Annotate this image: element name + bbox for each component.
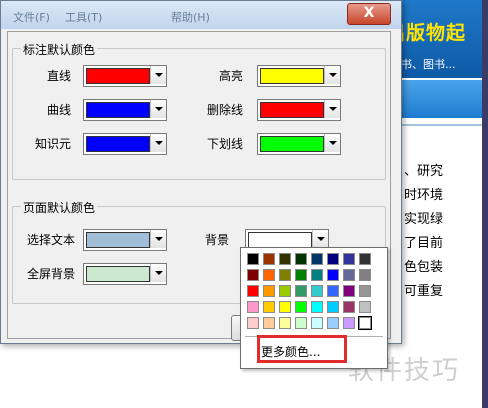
palette-color-cell[interactable] [247, 285, 259, 297]
annotation-group-title: 标注默认颜色 [21, 41, 98, 58]
palette-color-cell[interactable] [359, 301, 371, 313]
palette-color-cell[interactable] [263, 269, 275, 281]
chevron-down-icon[interactable] [150, 230, 166, 248]
palette-color-cell[interactable] [311, 317, 323, 329]
palette-color-cell[interactable] [263, 253, 275, 265]
background-text-line: 了目前 [404, 236, 444, 251]
palette-color-cell[interactable] [247, 301, 259, 313]
chevron-down-icon[interactable] [150, 134, 166, 152]
color-swatch [86, 266, 150, 282]
palette-color-cell[interactable] [327, 269, 339, 281]
label-selected-text: 选择文本 [26, 233, 75, 247]
palette-color-cell[interactable] [327, 317, 339, 329]
palette-color-cell[interactable] [343, 253, 355, 265]
background-text-line: 、研究 [404, 164, 444, 179]
label-knowledge-unit: 知识元 [34, 137, 71, 151]
color-swatch [86, 68, 150, 84]
label-strikethrough: 删除线 [206, 103, 243, 117]
strikethrough-color-select[interactable] [257, 99, 341, 121]
chevron-down-icon[interactable] [324, 134, 340, 152]
palette-color-cell[interactable] [247, 269, 259, 281]
palette-color-cell[interactable] [311, 301, 323, 313]
color-swatch [248, 232, 312, 248]
palette-color-cell[interactable] [359, 285, 371, 297]
background-text-line: 色包装 [404, 260, 444, 275]
chevron-down-icon[interactable] [324, 66, 340, 84]
color-swatch [260, 102, 324, 118]
palette-color-cell[interactable] [359, 253, 371, 265]
palette-color-cell[interactable] [358, 316, 372, 330]
palette-color-cell[interactable] [311, 253, 323, 265]
chevron-down-icon[interactable] [150, 264, 166, 282]
color-swatch [86, 102, 150, 118]
curve-color-select[interactable] [83, 99, 167, 121]
palette-color-cell[interactable] [279, 253, 291, 265]
palette-color-cell[interactable] [327, 301, 339, 313]
close-button[interactable]: X [347, 3, 391, 25]
label-highlight: 高亮 [218, 69, 243, 83]
color-palette-grid [247, 253, 372, 330]
palette-color-cell[interactable] [295, 269, 307, 281]
palette-color-cell[interactable] [343, 301, 355, 313]
color-swatch [86, 232, 150, 248]
label-straight-line: 直线 [46, 69, 71, 83]
background-text-line: 实现绿 [404, 212, 444, 227]
highlight-annotation [257, 335, 347, 363]
label-underline: 下划线 [206, 137, 243, 151]
palette-color-cell[interactable] [279, 285, 291, 297]
page-group-title: 页面默认颜色 [21, 199, 98, 216]
dialog-titlebar: 文件(F) 工具(T) 帮助(H) X [1, 1, 401, 29]
palette-color-cell[interactable] [247, 253, 259, 265]
selected-text-color-select[interactable] [83, 229, 167, 251]
palette-color-cell[interactable] [327, 285, 339, 297]
palette-color-cell[interactable] [295, 301, 307, 313]
palette-color-cell[interactable] [263, 285, 275, 297]
palette-color-cell[interactable] [279, 269, 291, 281]
palette-color-cell[interactable] [295, 317, 307, 329]
chevron-down-icon[interactable] [150, 100, 166, 118]
label-background: 背景 [204, 233, 229, 247]
menu-file[interactable]: 文件(F) [13, 9, 50, 25]
underline-color-select[interactable] [257, 133, 341, 155]
chevron-down-icon[interactable] [324, 100, 340, 118]
background-divider [400, 124, 486, 126]
chevron-down-icon[interactable] [150, 66, 166, 84]
palette-color-cell[interactable] [279, 301, 291, 313]
window-frame [482, 0, 488, 408]
palette-color-cell[interactable] [359, 269, 371, 281]
palette-color-cell[interactable] [263, 301, 275, 313]
color-swatch [260, 68, 324, 84]
label-fullscreen-background: 全屏背景 [26, 267, 75, 281]
palette-color-cell[interactable] [311, 285, 323, 297]
menu-tools[interactable]: 工具(T) [65, 9, 102, 25]
palette-color-cell[interactable] [263, 317, 275, 329]
label-curve: 曲线 [46, 103, 71, 117]
background-text-line: 时环境 [404, 188, 444, 203]
palette-color-cell[interactable] [295, 253, 307, 265]
palette-color-cell[interactable] [343, 269, 355, 281]
annotation-colors-group: 标注默认颜色 直线 高亮 曲线 删除线 知识元 下划线 [12, 41, 386, 180]
color-swatch [86, 136, 150, 152]
color-swatch [260, 136, 324, 152]
chevron-down-icon[interactable] [312, 230, 328, 248]
background-text-line: 可重复 [404, 284, 444, 299]
palette-color-cell[interactable] [343, 317, 355, 329]
palette-color-cell[interactable] [247, 317, 259, 329]
palette-color-cell[interactable] [295, 285, 307, 297]
knowledge-unit-color-select[interactable] [83, 133, 167, 155]
palette-color-cell[interactable] [343, 285, 355, 297]
straight-line-color-select[interactable] [83, 65, 167, 87]
menu-help[interactable]: 帮助(H) [171, 9, 210, 25]
fullscreen-background-color-select[interactable] [83, 263, 167, 285]
palette-color-cell[interactable] [311, 269, 323, 281]
palette-color-cell[interactable] [327, 253, 339, 265]
highlight-color-select[interactable] [257, 65, 341, 87]
palette-color-cell[interactable] [279, 317, 291, 329]
